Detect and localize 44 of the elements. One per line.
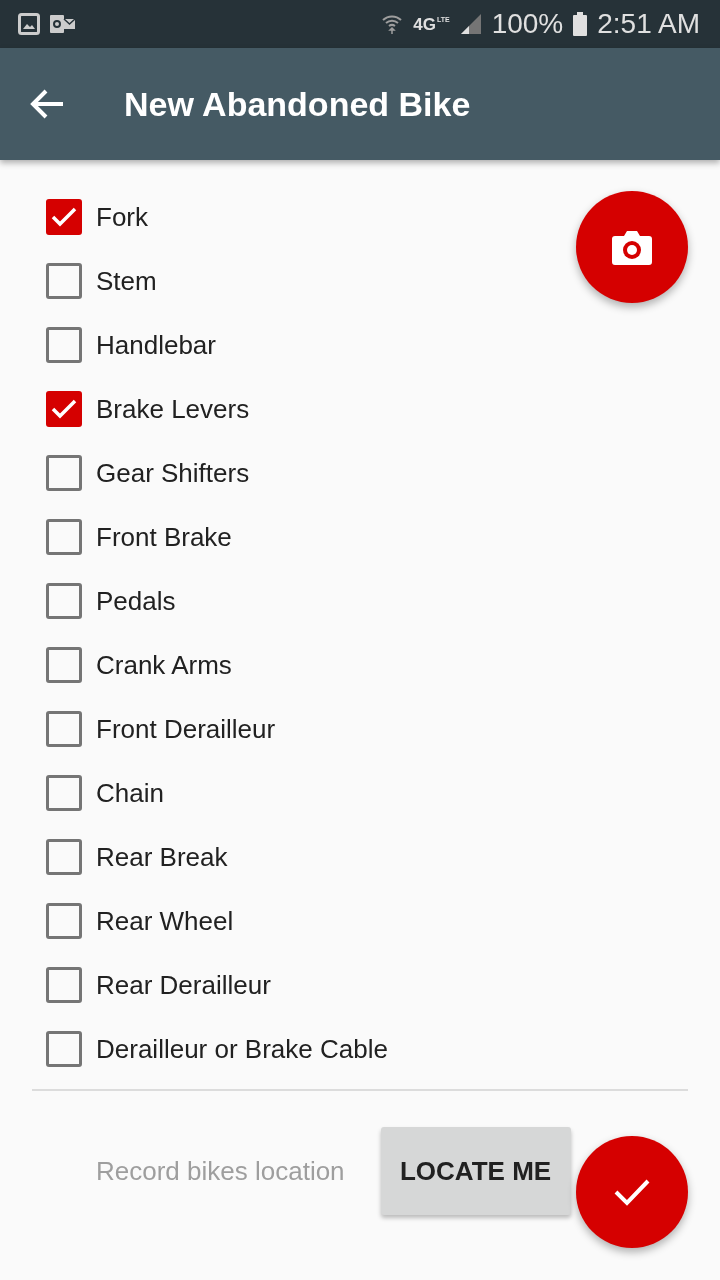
checkbox[interactable] [46,583,82,619]
battery-percent: 100% [491,8,564,40]
wifi-icon [381,13,404,35]
network-label: 4G [413,15,436,33]
checkbox-label: Pedals [96,585,176,617]
screen-title: New Abandoned Bike [124,84,471,124]
checkbox[interactable] [46,647,82,683]
checkbox-label: Brake Levers [96,393,250,425]
checkbox-label: Front Brake [96,521,232,553]
checkbox-label: Crank Arms [96,649,232,681]
mail-icon [50,13,76,35]
checkbox-label: Rear Derailleur [96,969,271,1001]
checkbox[interactable] [46,839,82,875]
locate-me-button[interactable]: LOCATE ME [380,1127,571,1215]
battery-icon [573,12,588,36]
checkbox-label: Handlebar [96,329,216,361]
checkbox[interactable] [46,455,82,491]
checkbox[interactable] [46,199,82,235]
checkbox-label: Rear Wheel [96,905,234,937]
checkbox[interactable] [46,519,82,555]
camera-button[interactable] [576,191,688,303]
checkbox-label: Gear Shifters [96,457,250,489]
checkbox-label: Rear Break [96,841,228,873]
checkbox[interactable] [46,903,82,939]
checkbox-label: Derailleur or Brake Cable [96,1033,388,1065]
gallery-icon [18,13,40,35]
checkbox-label: Chain [96,777,164,809]
checkbox-label: Front Derailleur [96,713,276,745]
checkbox[interactable] [46,1031,82,1067]
checkbox[interactable] [46,263,82,299]
check-icon [614,1178,650,1206]
checkbox[interactable] [46,967,82,1003]
checkbox[interactable] [46,711,82,747]
location-hint: Record bikes location [96,1155,345,1187]
clock: 2:51 AM [597,8,700,40]
checkbox[interactable] [46,775,82,811]
checkbox[interactable] [46,327,82,363]
checkbox-label: Fork [96,201,148,233]
checkbox-label: Stem [96,265,157,297]
checkbox[interactable] [46,391,82,427]
signal-icon [459,13,482,35]
camera-icon [611,229,653,265]
submit-button[interactable] [576,1136,688,1248]
back-arrow-icon[interactable] [30,89,64,119]
